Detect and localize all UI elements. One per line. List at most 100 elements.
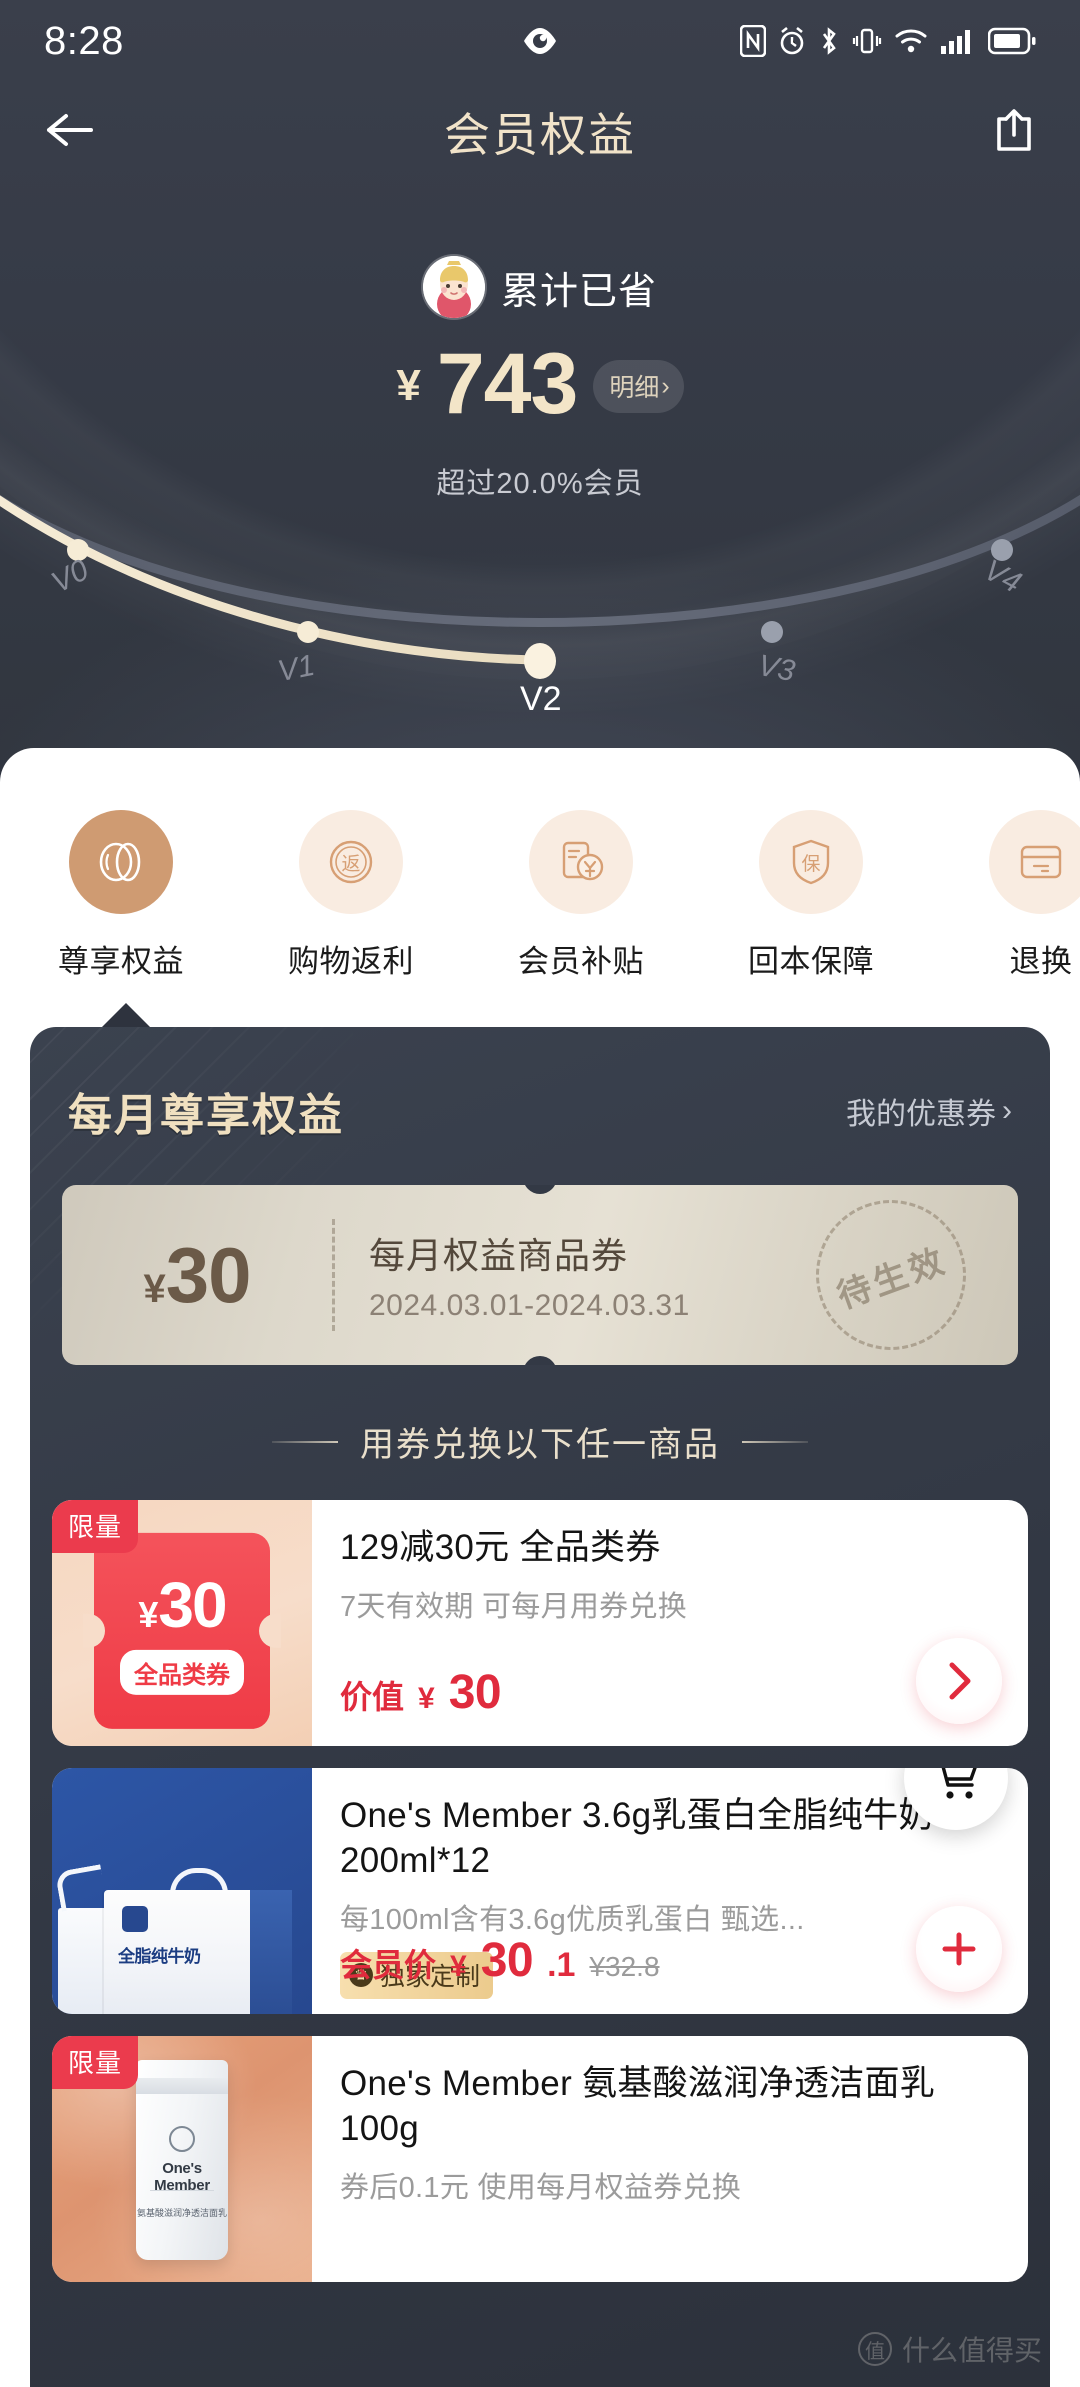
milk-artwork: 全脂纯牛奶 — [52, 1768, 312, 2014]
tab-label: 回本保障 — [748, 944, 874, 979]
product-title: One's Member 氨基酸滋润净透洁面乳100g — [340, 2064, 936, 2148]
product-info: One's Member 氨基酸滋润净透洁面乳100g 券后0.1元 使用每月权… — [312, 2036, 1028, 2282]
wifi-icon — [895, 29, 927, 53]
view-detail-button[interactable] — [916, 1638, 1002, 1724]
product-title: One's Member 3.6g乳蛋白全脂纯牛奶 200ml*12 — [340, 1796, 934, 1880]
cart-icon — [941, 1768, 977, 1799]
saved-summary: 累计已省 — [0, 256, 1080, 318]
price-value: 30 — [448, 1666, 502, 1719]
product-list: 限量 ¥ 30 全品类券 129减30元 全品类券 7天有效期 可每月用券兑换 … — [30, 1466, 1050, 2282]
price-original: ¥32.8 — [589, 1951, 660, 1982]
price-label: 会员价 — [340, 1947, 437, 1983]
share-button[interactable] — [992, 107, 1036, 158]
coupon-currency: ¥ — [143, 1266, 166, 1311]
chevron-right-icon: › — [661, 371, 670, 400]
section-divider-label: 用券兑换以下任一商品 — [360, 1426, 720, 1464]
tab-return-exchange[interactable]: 退换 — [966, 810, 1080, 981]
level-label-v1: V1 — [275, 648, 318, 689]
benefit-tabs[interactable]: 尊享权益 返 购物返利 会员补贴 保 回本保障 退换 — [0, 748, 1080, 981]
divider-line-left — [272, 1440, 338, 1443]
product-image: 限量 ¥ 30 全品类券 — [52, 1500, 312, 1746]
monthly-benefits-panel: 每月尊享权益 我的优惠券 › ¥ 30 每月权益商品券 2024.03.01-2… — [30, 1027, 1050, 2387]
tab-shopping-rebate[interactable]: 返 购物返利 — [276, 810, 426, 981]
my-coupons-link[interactable]: 我的优惠券 › — [846, 1089, 1012, 1133]
product-subtitle: 券后0.1元 使用每月权益券兑换 — [340, 2171, 742, 2204]
navigation-bar: 会员权益 — [0, 86, 1080, 178]
tube-brand: One's Member — [154, 2160, 210, 2194]
box-text: 全脂纯牛奶 — [118, 1947, 201, 1966]
detail-label: 明细 — [609, 374, 660, 403]
brand-logo — [122, 1906, 148, 1932]
price-currency: ¥ — [450, 1950, 467, 1983]
svg-text:返: 返 — [341, 853, 360, 875]
product-row-milk[interactable]: 全脂纯牛奶 One's Member 3.6g乳蛋白全脂纯牛奶 200ml*12… — [52, 1768, 1028, 2014]
monthly-coupon-card[interactable]: ¥ 30 每月权益商品券 2024.03.01-2024.03.31 待生效 — [62, 1185, 1018, 1365]
coupon-value: ¥ 30 — [62, 1230, 332, 1321]
tab-label: 尊享权益 — [58, 944, 184, 979]
tube-graphic: One's Member 氨基酸滋润净透洁面乳 — [136, 2060, 228, 2260]
tab-label: 购物返利 — [288, 944, 414, 979]
battery-icon — [988, 27, 1036, 55]
ticket-value: 30 — [158, 1568, 227, 1641]
panel-caret — [100, 1003, 152, 1029]
alarm-icon — [780, 26, 804, 55]
product-image: One's Member 氨基酸滋润净透洁面乳 限量 — [52, 2036, 312, 2282]
vibrate-icon — [852, 28, 882, 54]
rebate-icon: 返 — [299, 810, 403, 914]
coupon-amount: 30 — [165, 1230, 252, 1319]
coupon-info: 每月权益商品券 2024.03.01-2024.03.31 — [335, 1227, 690, 1323]
milk-box-graphic: 全脂纯牛奶 — [104, 1890, 292, 2014]
tab-exclusive-benefits[interactable]: 尊享权益 — [46, 810, 196, 981]
tab-label: 退换 — [1009, 944, 1073, 979]
tube-line — [150, 2190, 214, 2191]
box-side — [250, 1890, 292, 2014]
product-title: 129减30元 全品类券 — [340, 1528, 661, 1567]
signal-icon — [941, 30, 970, 54]
section-divider: 用券兑换以下任一商品 — [30, 1417, 1050, 1466]
percentile-text: 超过20.0%会员 — [436, 468, 644, 500]
eye-care-icon — [521, 26, 559, 56]
ticket-currency: ¥ — [138, 1593, 158, 1635]
level-label-v3: V3 — [755, 648, 798, 689]
nfc-icon — [740, 25, 766, 57]
status-icons — [740, 25, 1036, 57]
detail-button[interactable]: 明细 › — [593, 360, 684, 414]
price-decimal: .1 — [547, 1946, 576, 1984]
guarantee-icon: 保 — [759, 810, 863, 914]
monthly-benefits-panel-holder: 每月尊享权益 我的优惠券 › ¥ 30 每月权益商品券 2024.03.01-2… — [30, 1003, 1050, 2387]
content-sheet: 尊享权益 返 购物返利 会员补贴 保 回本保障 退换 每月尊享权益 我的优惠券 … — [0, 748, 1080, 2387]
avatar — [422, 256, 485, 318]
plus-icon — [942, 1932, 976, 1966]
ticket-amount: ¥ 30 — [138, 1567, 227, 1641]
tab-payback-guarantee[interactable]: 保 回本保障 — [736, 810, 886, 981]
page-title: 会员权益 — [444, 109, 636, 161]
product-subtitle: 7天有效期 可每月用券兑换 — [340, 1590, 688, 1623]
tab-member-subsidy[interactable]: 会员补贴 — [506, 810, 656, 981]
divider-line-right — [742, 1440, 808, 1443]
status-bar: 8:28 — [0, 0, 1080, 82]
price-currency: ¥ — [418, 1682, 435, 1715]
product-row-coupon[interactable]: 限量 ¥ 30 全品类券 129减30元 全品类券 7天有效期 可每月用券兑换 … — [52, 1500, 1028, 1746]
product-info: 129减30元 全品类券 7天有效期 可每月用券兑换 价值 ¥ 30 — [312, 1500, 1028, 1746]
product-image: 全脂纯牛奶 — [52, 1768, 312, 2014]
level-label-v2: V2 — [520, 680, 562, 718]
status-time: 8:28 — [44, 18, 124, 63]
saved-amount-row: ¥ 743 明细 › — [0, 341, 1080, 427]
currency-symbol: ¥ — [396, 361, 421, 411]
chevron-right-icon: › — [1002, 1094, 1012, 1127]
coupon-status-stamp: 待生效 — [794, 1185, 988, 1365]
svg-text:保: 保 — [801, 853, 820, 875]
product-price: 会员价 ¥ 30 .1 ¥32.8 — [340, 1933, 660, 1988]
bluetooth-icon — [822, 27, 836, 55]
add-to-cart-button[interactable] — [916, 1906, 1002, 1992]
chevron-right-icon — [949, 1662, 971, 1700]
hero-section: 8:28 会员权益 累计已省 ¥ 743 明细 › 超过20.0%会员 V0 V… — [0, 0, 1080, 760]
subsidy-icon — [529, 810, 633, 914]
back-button[interactable] — [44, 110, 96, 155]
product-info: One's Member 3.6g乳蛋白全脂纯牛奶 200ml*12 每100m… — [312, 1768, 1028, 2014]
return-card-icon — [989, 810, 1080, 914]
milk-straw-graphic — [54, 1864, 108, 1912]
tube-cap — [136, 2078, 228, 2094]
gem-icon — [69, 810, 173, 914]
product-row-cleanser[interactable]: One's Member 氨基酸滋润净透洁面乳 限量 One's Member … — [52, 2036, 1028, 2282]
